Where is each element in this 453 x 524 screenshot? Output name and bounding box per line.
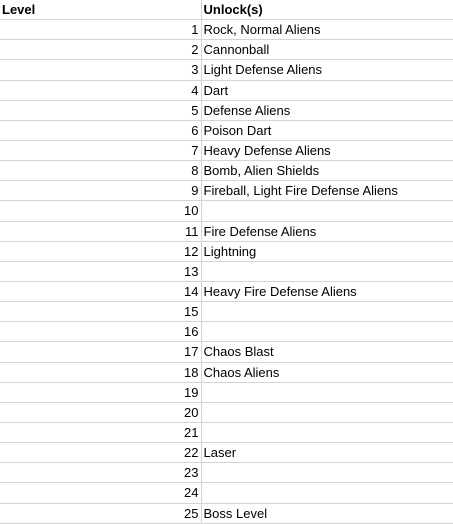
unlock-cell[interactable]: Cannonball: [201, 39, 453, 61]
unlock-cell[interactable]: [201, 261, 453, 282]
table-row: 4 Dart: [0, 80, 453, 101]
table-row: 14 Heavy Fire Defense Aliens: [0, 281, 453, 303]
unlock-cell[interactable]: Fireball, Light Fire Defense Aliens: [201, 180, 453, 202]
level-cell[interactable]: 11: [0, 221, 202, 242]
level-cell[interactable]: 20: [0, 402, 202, 423]
unlock-cell[interactable]: [201, 402, 453, 423]
level-cell[interactable]: 22: [0, 442, 202, 464]
table-row: 22 Laser: [0, 442, 453, 464]
unlock-cell[interactable]: [201, 200, 453, 222]
level-cell[interactable]: 3: [0, 59, 202, 81]
unlock-cell[interactable]: Lightning: [201, 241, 453, 262]
table-row: 1 Rock, Normal Aliens: [0, 19, 453, 41]
unlock-cell[interactable]: Laser: [201, 442, 453, 464]
unlock-cell[interactable]: Bomb, Alien Shields: [201, 160, 453, 182]
level-cell[interactable]: 1: [0, 19, 202, 41]
table-row: 7 Heavy Defense Aliens: [0, 140, 453, 162]
unlock-cell[interactable]: [201, 462, 453, 484]
header-row: Level Unlock(s): [0, 0, 453, 21]
level-cell[interactable]: 15: [0, 301, 202, 323]
level-cell[interactable]: 2: [0, 39, 202, 61]
unlock-cell[interactable]: Light Defense Aliens: [201, 59, 453, 81]
table-row: 19: [0, 382, 453, 403]
level-cell[interactable]: 8: [0, 160, 202, 182]
level-cell[interactable]: 6: [0, 120, 202, 141]
level-cell[interactable]: 12: [0, 241, 202, 262]
table-row: 24: [0, 482, 453, 504]
unlock-cell[interactable]: Chaos Blast: [201, 341, 453, 363]
header-unlocks-cell[interactable]: Unlock(s): [201, 0, 453, 21]
table-row: 15: [0, 301, 453, 323]
level-cell[interactable]: 10: [0, 200, 202, 222]
level-cell[interactable]: 16: [0, 321, 202, 343]
unlock-cell[interactable]: Heavy Fire Defense Aliens: [201, 281, 453, 303]
table-row: 16: [0, 321, 453, 343]
level-cell[interactable]: 5: [0, 100, 202, 121]
level-cell[interactable]: 19: [0, 382, 202, 403]
unlock-cell[interactable]: Fire Defense Aliens: [201, 221, 453, 242]
table-row: 8 Bomb, Alien Shields: [0, 160, 453, 182]
table-row: 13: [0, 261, 453, 282]
unlock-cell[interactable]: [201, 482, 453, 504]
table-row: 25 Boss Level: [0, 503, 453, 524]
table-row: 2 Cannonball: [0, 39, 453, 61]
unlock-cell[interactable]: Poison Dart: [201, 120, 453, 141]
table-row: 12 Lightning: [0, 241, 453, 262]
unlock-cell[interactable]: [201, 422, 453, 444]
unlock-cell[interactable]: [201, 321, 453, 343]
table-row: 11 Fire Defense Aliens: [0, 221, 453, 242]
level-cell[interactable]: 13: [0, 261, 202, 282]
level-cell[interactable]: 24: [0, 482, 202, 504]
table-row: 21: [0, 422, 453, 444]
unlock-cell[interactable]: Defense Aliens: [201, 100, 453, 121]
unlock-cell[interactable]: [201, 301, 453, 323]
table-row: 9 Fireball, Light Fire Defense Aliens: [0, 180, 453, 202]
unlock-table: Level Unlock(s) 1 Rock, Normal Aliens 2 Can…: [0, 0, 453, 524]
table-row: 3 Light Defense Aliens: [0, 59, 453, 81]
table-row: 23: [0, 462, 453, 484]
header-level-cell[interactable]: Level: [0, 0, 202, 21]
unlock-cell[interactable]: [201, 382, 453, 403]
unlock-cell[interactable]: Dart: [201, 80, 453, 101]
level-cell[interactable]: 14: [0, 281, 202, 303]
unlock-cell[interactable]: Heavy Defense Aliens: [201, 140, 453, 162]
level-cell[interactable]: 4: [0, 80, 202, 101]
table-body: Level Unlock(s) 1 Rock, Normal Aliens 2 Can…: [0, 0, 453, 524]
level-cell[interactable]: 9: [0, 180, 202, 202]
level-cell[interactable]: 18: [0, 362, 202, 383]
table-row: 5 Defense Aliens: [0, 100, 453, 121]
level-cell[interactable]: 23: [0, 462, 202, 484]
level-cell[interactable]: 21: [0, 422, 202, 444]
unlock-cell[interactable]: Boss Level: [201, 503, 453, 524]
table-row: 18 Chaos Aliens: [0, 362, 453, 383]
level-cell[interactable]: 25: [0, 503, 202, 524]
level-cell[interactable]: 17: [0, 341, 202, 363]
table-row: 6 Poison Dart: [0, 120, 453, 141]
unlock-cell[interactable]: Rock, Normal Aliens: [201, 19, 453, 41]
table-row: 17 Chaos Blast: [0, 341, 453, 363]
table-row: 20: [0, 402, 453, 423]
level-cell[interactable]: 7: [0, 140, 202, 162]
table-row: 10: [0, 200, 453, 222]
unlock-cell[interactable]: Chaos Aliens: [201, 362, 453, 383]
